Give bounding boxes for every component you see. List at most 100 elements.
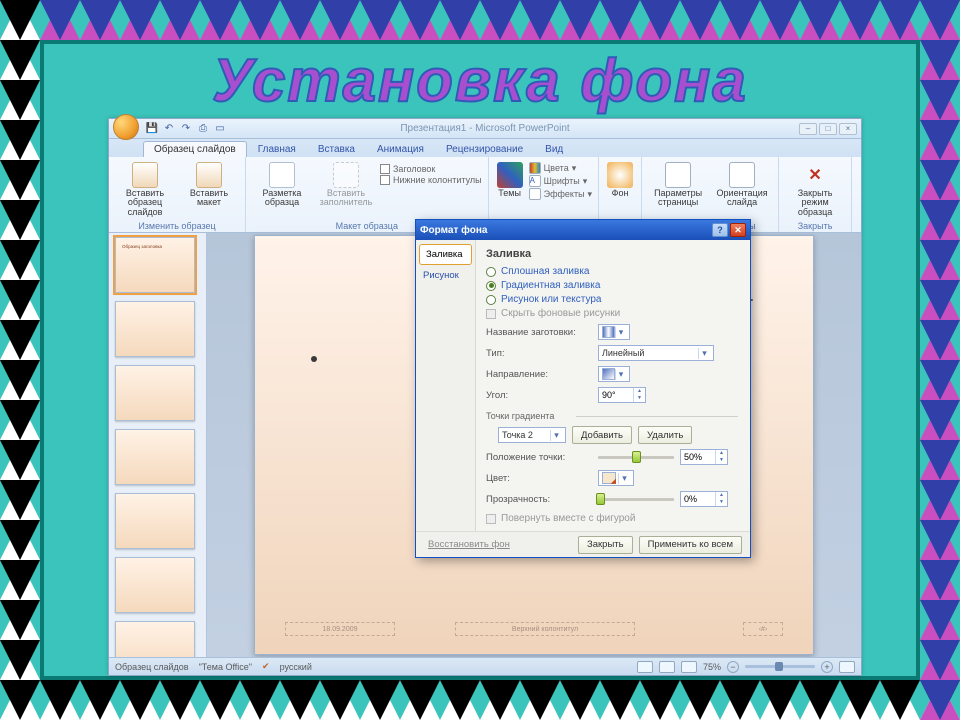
slideshow-view-button[interactable] <box>681 661 697 673</box>
normal-view-button[interactable] <box>637 661 653 673</box>
footers-checkbox[interactable]: Нижние колонтитулы <box>380 175 482 185</box>
layout-icon <box>196 162 222 188</box>
nav-fill[interactable]: Заливка <box>419 244 472 265</box>
tab-slide-master[interactable]: Образец слайдов <box>143 141 247 157</box>
bullet-icon <box>311 356 317 362</box>
fonts-dropdown[interactable]: AШрифты ▾ <box>529 175 592 187</box>
office-button[interactable] <box>113 114 139 140</box>
type-dropdown[interactable]: Линейный▾ <box>598 345 714 361</box>
apply-all-button[interactable]: Применить ко всем <box>639 536 742 554</box>
gradient-stops-legend: Точки градиента <box>486 411 738 421</box>
slide-number-placeholder[interactable]: ‹#› <box>743 622 783 636</box>
status-theme: "Тема Office" <box>199 662 252 672</box>
close-button[interactable]: Закрыть <box>578 536 633 554</box>
qat-preview-icon[interactable]: ▭ <box>213 122 227 136</box>
slide-thumbnail[interactable] <box>115 429 195 485</box>
qat-save-icon[interactable]: 💾 <box>145 122 159 136</box>
window-close-button[interactable]: × <box>839 123 857 135</box>
presentation-slide-title: Установка фона <box>0 46 960 115</box>
window-minimize-button[interactable]: – <box>799 123 817 135</box>
preset-dropdown[interactable]: ▾ <box>598 324 630 340</box>
color-dropdown[interactable]: ▾ <box>598 470 634 486</box>
group-label: Закрыть <box>785 220 845 231</box>
gradient-fill-radio[interactable]: Градиентная заливка <box>486 280 738 291</box>
titlebar: 💾 ↶ ↷ ⎙ ▭ Презентация1 - Microsoft Power… <box>109 119 861 139</box>
dialog-close-button[interactable]: ✕ <box>730 223 746 237</box>
insert-layout-button[interactable]: Вставить макет <box>179 160 239 210</box>
zoom-out-button[interactable]: − <box>727 661 739 673</box>
window-maximize-button[interactable]: □ <box>819 123 837 135</box>
slide-thumbnails-panel[interactable]: Образец заголовка <box>109 233 207 657</box>
master-layout-button[interactable]: Разметка образца <box>252 160 312 210</box>
slide-master-icon <box>132 162 158 188</box>
status-bar: Образец слайдов "Тема Office" ✔ русский … <box>109 657 861 675</box>
quick-access-toolbar: 💾 ↶ ↷ ⎙ ▭ <box>145 122 227 136</box>
themes-button[interactable]: Темы <box>495 160 525 200</box>
page-setup-icon <box>665 162 691 188</box>
fill-pane: Заливка Сплошная заливка Градиентная зал… <box>476 240 750 531</box>
zoom-value[interactable]: 75% <box>703 662 721 672</box>
dialog-nav: Заливка Рисунок <box>416 240 476 531</box>
date-placeholder[interactable]: 18.09.2009 <box>285 622 395 636</box>
picture-fill-radio[interactable]: Рисунок или текстура <box>486 294 738 305</box>
insert-slide-master-button[interactable]: Вставить образец слайдов <box>115 160 175 219</box>
colors-dropdown[interactable]: Цвета ▾ <box>529 162 592 174</box>
insert-placeholder-button[interactable]: Вставить заполнитель <box>316 160 376 210</box>
position-slider[interactable] <box>598 456 674 459</box>
zoom-in-button[interactable]: + <box>821 661 833 673</box>
themes-icon <box>497 162 523 188</box>
stop-selector[interactable]: Точка 2▾ <box>498 427 566 443</box>
effects-dropdown[interactable]: Эффекты ▾ <box>529 188 592 200</box>
placeholder-icon <box>333 162 359 188</box>
tab-view[interactable]: Вид <box>534 141 574 157</box>
orientation-button[interactable]: Ориентация слайда <box>712 160 772 210</box>
angle-label: Угол: <box>486 390 592 401</box>
dialog-title: Формат фона <box>420 225 487 236</box>
nav-picture[interactable]: Рисунок <box>416 265 475 286</box>
tab-insert[interactable]: Вставка <box>307 141 366 157</box>
hide-bg-graphics-checkbox: Скрыть фоновые рисунки <box>486 308 738 319</box>
ribbon-tabs: Образец слайдов Главная Вставка Анимация… <box>109 139 861 157</box>
slide-thumbnail[interactable] <box>115 301 195 357</box>
zoom-slider[interactable] <box>745 665 815 668</box>
dialog-footer: Восстановить фон Закрыть Применить ко вс… <box>416 531 750 557</box>
pane-title: Заливка <box>486 248 738 260</box>
qat-print-icon[interactable]: ⎙ <box>196 122 210 136</box>
sorter-view-button[interactable] <box>659 661 675 673</box>
title-checkbox[interactable]: Заголовок <box>380 164 482 174</box>
remove-stop-button[interactable]: Удалить <box>638 426 692 444</box>
group-label: Изменить образец <box>115 220 239 231</box>
footer-placeholder[interactable]: Верхний колонтитул <box>455 622 635 636</box>
qat-redo-icon[interactable]: ↷ <box>179 122 193 136</box>
status-language[interactable]: русский <box>280 662 312 672</box>
direction-dropdown[interactable]: ▾ <box>598 366 630 382</box>
spellcheck-icon[interactable]: ✔ <box>262 661 270 672</box>
angle-spinner[interactable]: ▲▼ <box>598 387 646 403</box>
tab-home[interactable]: Главная <box>247 141 307 157</box>
add-stop-button[interactable]: Добавить <box>572 426 632 444</box>
solid-fill-radio[interactable]: Сплошная заливка <box>486 266 738 277</box>
slide-thumbnail[interactable] <box>115 557 195 613</box>
tab-review[interactable]: Рецензирование <box>435 141 534 157</box>
close-master-button[interactable]: ✕ Закрыть режим образца <box>785 160 845 219</box>
page-setup-button[interactable]: Параметры страницы <box>648 160 708 210</box>
position-spinner[interactable]: ▲▼ <box>680 449 728 465</box>
dialog-titlebar[interactable]: Формат фона ? ✕ <box>416 220 750 240</box>
transparency-label: Прозрачность: <box>486 494 592 505</box>
status-view: Образец слайдов <box>115 662 189 672</box>
qat-undo-icon[interactable]: ↶ <box>162 122 176 136</box>
transparency-spinner[interactable]: ▲▼ <box>680 491 728 507</box>
window-title: Презентация1 - Microsoft PowerPoint <box>400 123 569 134</box>
transparency-slider[interactable] <box>598 498 674 501</box>
background-button[interactable]: Фон <box>605 160 635 200</box>
fit-window-button[interactable] <box>839 661 855 673</box>
dialog-help-button[interactable]: ? <box>712 223 728 237</box>
slide-thumbnail[interactable]: Образец заголовка <box>115 237 195 293</box>
tab-animation[interactable]: Анимация <box>366 141 435 157</box>
slide-thumbnail[interactable] <box>115 365 195 421</box>
slide-thumbnail[interactable] <box>115 493 195 549</box>
reset-background-button[interactable]: Восстановить фон <box>424 539 514 550</box>
background-icon <box>607 162 633 188</box>
slide-thumbnail[interactable] <box>115 621 195 657</box>
rotate-with-shape-checkbox: Повернуть вместе с фигурой <box>486 513 738 524</box>
